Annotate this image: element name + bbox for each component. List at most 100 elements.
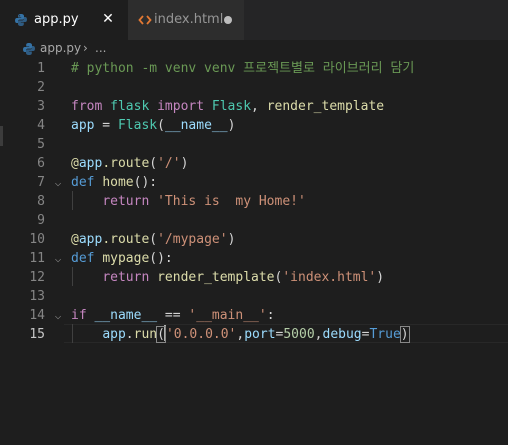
code-line[interactable]: 5 xyxy=(0,135,508,154)
code-text: # python -m venv venv 프로젝트별로 라이브러리 담기 xyxy=(71,59,414,78)
code-line[interactable]: 9 xyxy=(0,211,508,230)
code-token: port xyxy=(244,327,276,342)
code-text: return render_template('index.html') xyxy=(71,268,384,287)
html-file-icon xyxy=(138,15,152,25)
code-token: flask xyxy=(110,99,150,114)
line-number: 14 xyxy=(29,308,45,323)
tab-app-py[interactable]: app.py ✕ xyxy=(0,0,128,40)
code-token: if xyxy=(71,308,87,323)
line-number: 6 xyxy=(37,156,45,171)
tab-label: app.py xyxy=(34,12,79,27)
code-token: @ xyxy=(71,156,79,171)
line-number: 10 xyxy=(29,232,45,247)
code-token: import xyxy=(157,99,205,114)
breadcrumb: app.py › ... xyxy=(0,40,508,58)
fold-chevron-icon[interactable]: ⌵ xyxy=(52,173,64,192)
code-token: '0.0.0.0' xyxy=(165,327,237,342)
code-token: ( xyxy=(149,156,158,171)
code-token: (): xyxy=(149,251,173,266)
code-text: from flask import Flask, render_template xyxy=(71,97,384,116)
code-line[interactable]: 2 xyxy=(0,78,508,97)
code-line[interactable]: 7 ⌵ def home(): xyxy=(0,173,508,192)
chevron-right-icon: › xyxy=(83,41,88,55)
code-token: Flask xyxy=(211,99,252,114)
line-number: 7 xyxy=(37,175,45,190)
code-token: route xyxy=(110,232,150,247)
code-line[interactable]: 1 # python -m venv venv 프로젝트별로 라이브러리 담기 xyxy=(0,59,508,78)
code-token: '/' xyxy=(157,156,181,171)
line-number: 5 xyxy=(37,137,45,152)
code-token: . xyxy=(125,327,134,342)
code-token: True xyxy=(369,327,401,342)
code-token: app xyxy=(102,327,126,342)
code-token: render_template xyxy=(157,270,275,285)
line-number: 13 xyxy=(29,289,45,304)
breadcrumb-file[interactable]: app.py xyxy=(40,41,81,55)
code-text: @app.route('/mypage') xyxy=(71,230,235,249)
line-number: 9 xyxy=(37,213,45,228)
code-token: , xyxy=(251,99,267,114)
code-token: '/mypage' xyxy=(157,232,228,247)
code-token: = xyxy=(94,118,118,133)
code-token: # python -m venv venv 프로젝트별로 라이브러리 담기 xyxy=(71,61,415,76)
code-token: , xyxy=(314,327,323,342)
code-token: 5000 xyxy=(283,327,315,342)
line-number: 11 xyxy=(29,251,45,266)
code-token: 'This is my Home!' xyxy=(157,194,306,209)
close-icon[interactable]: ✕ xyxy=(101,11,115,27)
code-text: @app.route('/') xyxy=(71,154,188,173)
code-editor[interactable]: 1 # python -m venv venv 프로젝트별로 라이브러리 담기 2 3… xyxy=(0,58,508,445)
code-line[interactable]: 13 xyxy=(0,287,508,306)
code-token: route xyxy=(110,156,150,171)
code-token: mypage xyxy=(102,251,150,266)
line-number: 1 xyxy=(37,61,45,76)
code-token: def xyxy=(71,175,95,190)
code-token: ( xyxy=(149,232,158,247)
sash-marker xyxy=(0,126,3,146)
line-number: 12 xyxy=(29,270,45,285)
code-token: ) xyxy=(180,156,189,171)
code-token: 'index.html' xyxy=(282,270,377,285)
line-number: 3 xyxy=(37,99,45,114)
code-line[interactable]: 14 ⌵ if __name__ == '__main__': xyxy=(0,306,508,325)
code-line[interactable]: 4 app = Flask(__name__) xyxy=(0,116,508,135)
code-token: : xyxy=(266,308,275,323)
code-line[interactable]: 8 return 'This is my Home!' xyxy=(0,192,508,211)
breadcrumb-symbols[interactable]: ... xyxy=(95,41,106,55)
code-token: . xyxy=(102,232,111,247)
code-token: __name__ xyxy=(94,308,158,323)
code-token: @ xyxy=(71,232,79,247)
code-line[interactable]: 3 from flask import Flask, render_templat… xyxy=(0,97,508,116)
tab-index-html[interactable]: index.html xyxy=(128,0,245,40)
fold-chevron-icon[interactable]: ⌵ xyxy=(52,306,64,325)
code-token: app xyxy=(78,232,103,247)
code-line[interactable]: 11 ⌵ def mypage(): xyxy=(0,249,508,268)
code-token: __name__ xyxy=(164,118,228,133)
unsaved-dot-icon[interactable] xyxy=(224,16,232,24)
code-token: home xyxy=(102,175,134,190)
python-file-icon xyxy=(15,14,27,26)
code-token: def xyxy=(71,251,95,266)
code-token: from xyxy=(71,99,103,114)
tab-label: index.html xyxy=(154,12,224,27)
code-text: app = Flask(__name__) xyxy=(71,116,235,135)
code-text: def home(): xyxy=(71,173,157,192)
code-line[interactable]: 10 @app.route('/mypage') xyxy=(0,230,508,249)
code-line[interactable]: 6 @app.route('/') xyxy=(0,154,508,173)
code-line[interactable]: 12 return render_template('index.html') xyxy=(0,268,508,287)
python-file-icon xyxy=(23,43,35,55)
code-token: ) xyxy=(227,232,236,247)
code-text: return 'This is my Home!' xyxy=(71,192,306,211)
code-token: run xyxy=(133,327,158,342)
code-text: if __name__ == '__main__': xyxy=(71,306,275,325)
fold-chevron-icon[interactable]: ⌵ xyxy=(52,249,64,268)
code-line[interactable]: 15 app.run('0.0.0.0',port=5000,debug=Tru… xyxy=(0,325,508,344)
code-text: app.run('0.0.0.0',port=5000,debug=True) xyxy=(71,325,410,344)
